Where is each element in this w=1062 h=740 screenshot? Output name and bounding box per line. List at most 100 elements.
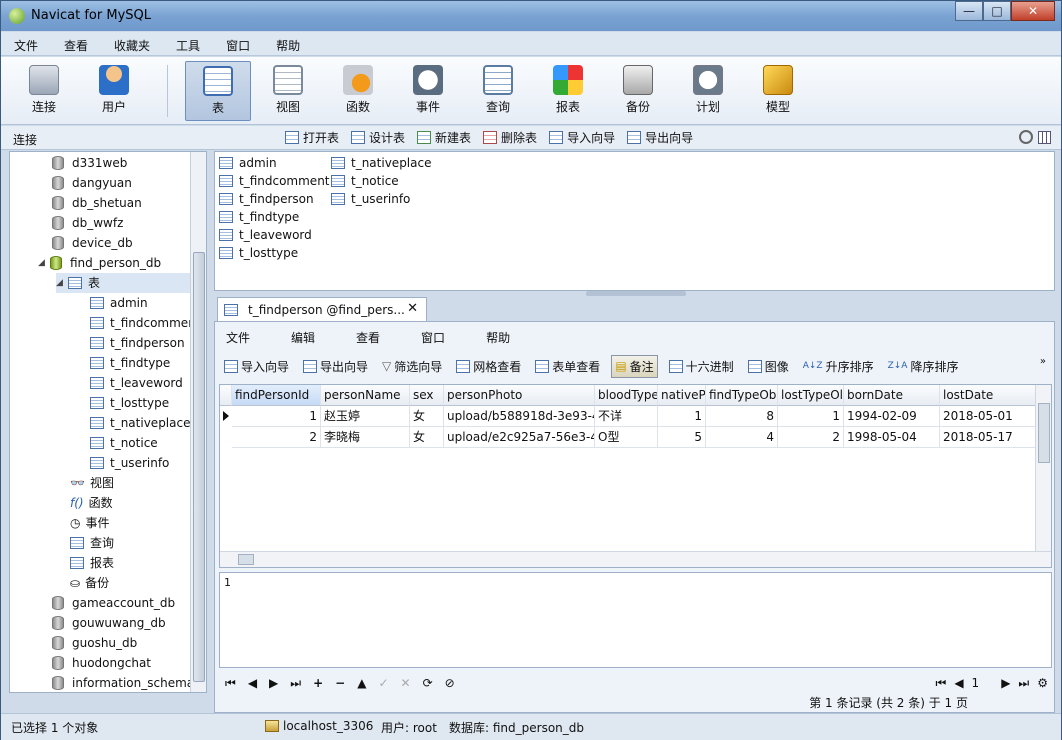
tree-backups-node[interactable]: ⛀ 备份 [70, 573, 109, 593]
column-header[interactable]: lostTypeOl [778, 385, 844, 406]
grid-cell[interactable]: 8 [706, 406, 778, 427]
sidebar-scrollbar[interactable] [190, 152, 206, 692]
tree-table-t-nativeplace[interactable]: t_nativeplace [90, 413, 190, 433]
import-wizard-button[interactable]: 导入向导 [549, 129, 615, 146]
object-t-losttype[interactable]: t_losttype [219, 244, 298, 262]
tree-table-t-findtype[interactable]: t_findtype [90, 353, 170, 373]
tree-queries-node[interactable]: 查询 [70, 533, 114, 553]
grid-cell[interactable]: 1 [778, 406, 844, 427]
object-t-notice[interactable]: t_notice [331, 172, 399, 190]
object-t-nativeplace[interactable]: t_nativeplace [331, 154, 431, 172]
grid-cell[interactable]: upload/e2c925a7-56e3-4 [444, 427, 595, 448]
view-button[interactable]: 视图 [255, 61, 321, 121]
column-header[interactable]: lostDate [940, 385, 1036, 406]
column-header[interactable]: findTypeOb [706, 385, 778, 406]
tree-db-gouwuwang-db[interactable]: gouwuwang_db [52, 613, 166, 633]
open-table-button[interactable]: 打开表 [285, 129, 339, 146]
new-table-button[interactable]: 新建表 [417, 129, 471, 146]
column-header[interactable]: personPhoto [444, 385, 595, 406]
column-header[interactable]: bloodType [595, 385, 658, 406]
user-button[interactable]: 用户 [81, 61, 147, 121]
object-t-findperson[interactable]: t_findperson [219, 190, 314, 208]
image-button[interactable]: 图像 [745, 356, 792, 377]
tree-db-guoshu-db[interactable]: guoshu_db [52, 633, 137, 653]
column-header[interactable]: sex [410, 385, 444, 406]
grid-cell[interactable]: O型 [595, 427, 658, 448]
tree-events-node[interactable]: ◷ 事件 [70, 513, 110, 533]
design-table-button[interactable]: 设计表 [351, 129, 405, 146]
data-menu-file[interactable]: 文件 [215, 326, 280, 348]
tree-db-huodongchat[interactable]: huodongchat [52, 653, 151, 673]
tree-db-dangyuan[interactable]: dangyuan [52, 173, 132, 193]
grid-cell[interactable]: 2 [778, 427, 844, 448]
tree-table-admin[interactable]: admin [90, 293, 148, 313]
tree-table-t-notice[interactable]: t_notice [90, 433, 158, 453]
column-header[interactable]: personName [321, 385, 410, 406]
grid-cell[interactable]: 2018-05-01 [940, 406, 1036, 427]
export-wizard-button[interactable]: 导出向导 [300, 356, 371, 377]
grid-cell[interactable]: 1 [658, 406, 706, 427]
first-record-button[interactable]: ⏮ [225, 676, 236, 691]
memo-button[interactable]: ▤ 备注 [611, 354, 658, 378]
tab-t-findperson[interactable]: t_findperson @find_pers... ✕ [217, 297, 427, 321]
tree-db-device-db[interactable]: device_db [52, 233, 133, 253]
grid-vscroll-thumb[interactable] [1038, 403, 1050, 463]
grid-cell[interactable]: 李晓梅 [321, 427, 410, 448]
settings-icon[interactable]: ⚙ [1037, 676, 1048, 690]
object-t-findtype[interactable]: t_findtype [219, 208, 299, 226]
maximize-button[interactable]: □ [983, 1, 1011, 21]
tab-close-icon[interactable]: ✕ [407, 301, 418, 316]
grid-cell[interactable]: 1 [232, 406, 321, 427]
grid-vertical-scrollbar[interactable] [1035, 385, 1051, 553]
tree-functions-node[interactable]: f() 函数 [70, 493, 113, 513]
menu-file[interactable]: 文件 [1, 32, 51, 55]
menu-help[interactable]: 帮助 [263, 32, 313, 55]
data-menu-edit[interactable]: 编辑 [280, 326, 345, 348]
hex-button[interactable]: 十六进制 [666, 356, 737, 377]
tree-db-information-schema[interactable]: information_schema [52, 673, 194, 692]
function-button[interactable]: 函数 [325, 61, 391, 121]
menu-favorites[interactable]: 收藏夹 [101, 32, 163, 55]
apply-changes-button[interactable]: ✓ [378, 676, 388, 690]
sort-ascending-button[interactable]: A↓Z 升序排序 [800, 356, 877, 377]
prev-record-button[interactable]: ◀ [248, 676, 257, 690]
data-menu-view[interactable]: 查看 [345, 326, 410, 348]
memo-editor[interactable]: 1 [219, 572, 1052, 668]
tree-views-node[interactable]: 👓 视图 [70, 473, 114, 493]
minimize-button[interactable]: — [955, 1, 983, 21]
grid-cell[interactable]: 5 [658, 427, 706, 448]
filter-wizard-button[interactable]: ▽ 筛选向导 [379, 356, 445, 377]
tree-db-find-person-db[interactable]: ◢ find_person_db [38, 253, 161, 273]
grid-cell[interactable]: 4 [706, 427, 778, 448]
tree-db-db-wwfz[interactable]: db_wwfz [52, 213, 123, 233]
menu-view[interactable]: 查看 [51, 32, 101, 55]
tree-table-t-losttype[interactable]: t_losttype [90, 393, 169, 413]
export-wizard-button[interactable]: 导出向导 [627, 129, 693, 146]
grid-cell[interactable]: 不详 [595, 406, 658, 427]
tree-table-t-findcomment[interactable]: t_findcomment [90, 313, 201, 333]
title-bar[interactable]: Navicat for MySQL — □ ✕ [1, 1, 1061, 31]
last-record-button[interactable]: ⏭ [290, 676, 301, 691]
backup-button[interactable]: 备份 [605, 61, 671, 121]
refresh-button[interactable]: ⟳ [423, 676, 433, 690]
object-admin[interactable]: admin [219, 154, 277, 172]
object-t-leaveword[interactable]: t_leaveword [219, 226, 312, 244]
object-t-userinfo[interactable]: t_userinfo [331, 190, 410, 208]
sidebar-scroll-thumb[interactable] [193, 252, 205, 682]
schedule-button[interactable]: 计划 [675, 61, 741, 121]
tree-tables-node[interactable]: ◢ 表 [56, 273, 196, 293]
menu-tools[interactable]: 工具 [163, 32, 213, 55]
form-view-button[interactable]: 表单查看 [532, 356, 603, 377]
menu-window[interactable]: 窗口 [213, 32, 263, 55]
data-menu-window[interactable]: 窗口 [410, 326, 475, 348]
import-wizard-button[interactable]: 导入向导 [221, 356, 292, 377]
grid-hscroll-thumb[interactable] [238, 554, 254, 565]
grid-cell[interactable]: 赵玉婷 [321, 406, 410, 427]
tree-table-t-userinfo[interactable]: t_userinfo [90, 453, 169, 473]
connect-button[interactable]: 连接 [11, 61, 77, 121]
tree-db-d331web[interactable]: d331web [52, 153, 127, 173]
data-menu-help[interactable]: 帮助 [475, 326, 521, 348]
last-page-button[interactable]: ⏭ [1018, 676, 1029, 691]
grid-horizontal-scrollbar[interactable] [220, 551, 1051, 567]
tree-table-t-findperson[interactable]: t_findperson [90, 333, 185, 353]
